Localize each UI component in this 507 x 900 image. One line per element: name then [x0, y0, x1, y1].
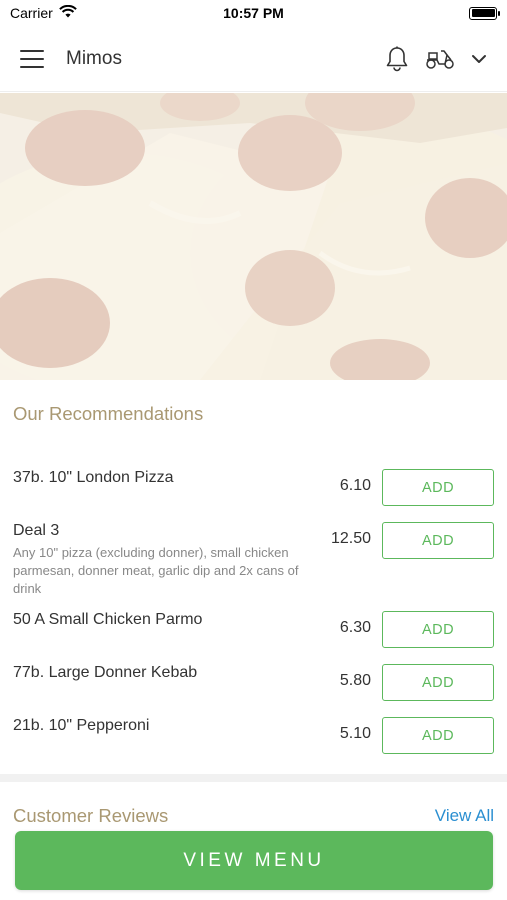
item-name: Deal 3 [13, 522, 60, 539]
view-menu-button[interactable]: VIEW MENU [15, 831, 493, 890]
item-name: 37b. 10" London Pizza [13, 469, 174, 486]
recommendations-title: Our Recommendations [13, 403, 204, 424]
scooter-icon[interactable] [425, 48, 455, 70]
add-button[interactable]: ADD [382, 469, 494, 506]
view-all-link[interactable]: View All [435, 806, 494, 826]
item-price: 12.50 [330, 530, 371, 547]
item-price: 6.10 [339, 477, 371, 494]
reviews-title: Customer Reviews [13, 805, 169, 826]
add-button[interactable]: ADD [382, 717, 494, 754]
status-time: 10:57 PM [223, 5, 284, 21]
item-name: 21b. 10" Pepperoni [13, 717, 150, 734]
item-description: Any 10" pizza (excluding donner), small … [13, 545, 299, 596]
add-button[interactable]: ADD [382, 522, 494, 559]
item-name: 50 A Small Chicken Parmo [13, 611, 203, 628]
hero-pizza-image [0, 93, 507, 380]
add-button[interactable]: ADD [382, 664, 494, 701]
menu-icon[interactable] [20, 49, 44, 68]
status-bar: Carrier 10:57 PM [0, 0, 507, 26]
add-button[interactable]: ADD [382, 611, 494, 648]
section-divider [0, 774, 507, 782]
bell-icon[interactable] [385, 46, 409, 72]
item-price: 5.80 [339, 672, 371, 689]
app-header: Mimos [0, 26, 507, 92]
item-price: 5.10 [339, 725, 371, 742]
app-title: Mimos [66, 47, 122, 69]
battery-icon [469, 6, 500, 20]
item-price: 6.30 [339, 619, 371, 636]
item-name: 77b. Large Donner Kebab [13, 664, 198, 681]
header-icons [385, 46, 487, 72]
chevron-down-icon[interactable] [471, 54, 487, 64]
